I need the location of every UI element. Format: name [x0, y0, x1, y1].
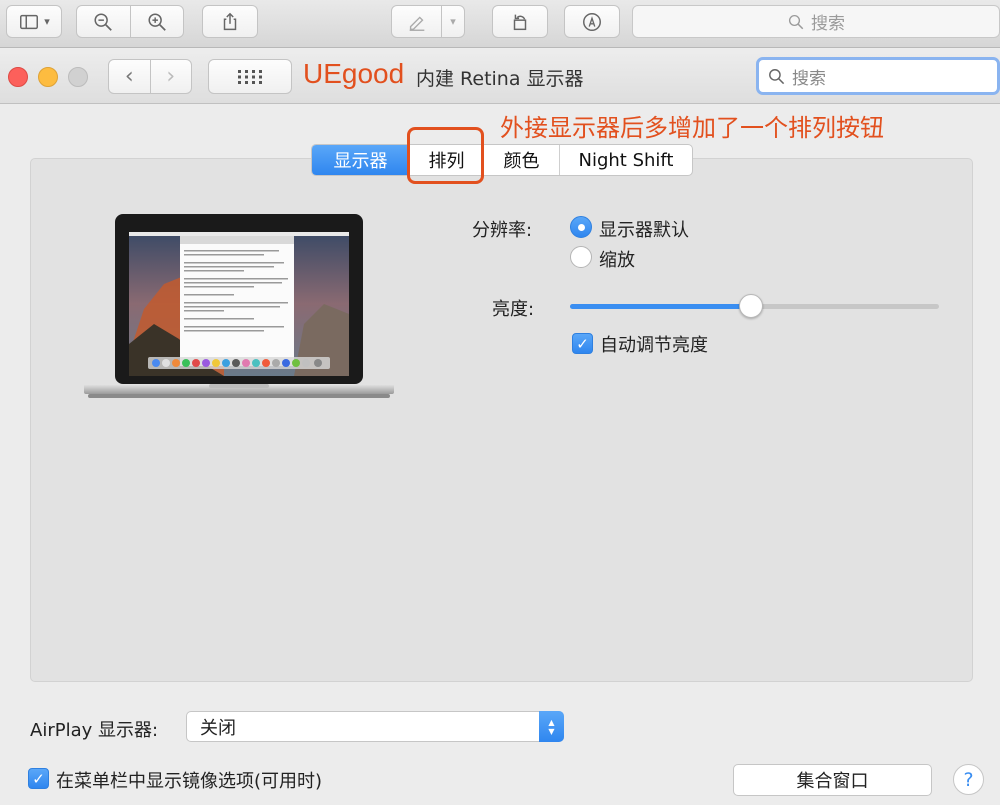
zoom-window-button[interactable] — [68, 67, 88, 87]
arrangement-tab-highlight — [407, 127, 484, 184]
tab-night-shift[interactable]: Night Shift — [559, 145, 692, 175]
share-icon — [223, 12, 237, 30]
macbook-image — [84, 214, 394, 398]
search-icon — [788, 14, 804, 29]
chevron-right-icon: › — [166, 64, 176, 89]
sidebar-icon — [20, 14, 39, 29]
resolution-label: 分辨率: — [472, 220, 533, 241]
search-icon — [769, 68, 785, 84]
mirror-option-label[interactable]: 在菜单栏中显示镜像选项(可用时) — [56, 767, 322, 793]
segmented-tabs: 显示器 排列 颜色 Night Shift — [311, 144, 693, 176]
mirror-option-checkbox[interactable]: ✓ — [28, 768, 49, 789]
show-all-button[interactable] — [208, 59, 292, 94]
checkmark-icon: ✓ — [32, 769, 45, 788]
resolution-scaled-label[interactable]: 缩放 — [599, 246, 635, 272]
zoom-out-icon — [94, 12, 113, 31]
chevron-down-icon: ▾ — [450, 15, 456, 28]
search-placeholder: 搜索 — [792, 68, 826, 89]
resolution-scaled-radio[interactable] — [570, 246, 592, 268]
brightness-label: 亮度: — [492, 299, 535, 320]
zoom-in-icon — [148, 12, 166, 31]
airplay-label: AirPlay 显示器: — [30, 720, 159, 741]
window-title: 内建 Retina 显示器 — [416, 68, 584, 90]
markup-button[interactable]: ▾ — [391, 5, 465, 38]
resolution-default-radio[interactable] — [570, 216, 592, 238]
markup-circle-icon — [583, 12, 601, 31]
back-forward-buttons: ‹ › — [108, 59, 192, 94]
grid-icon — [238, 69, 262, 84]
annotate-button[interactable] — [564, 5, 620, 38]
chevron-down-icon: ▾ — [44, 15, 50, 28]
checkmark-icon: ✓ — [576, 334, 589, 353]
brand-watermark: UEgood — [303, 58, 405, 89]
annotation-text: 外接显示器后多增加了一个排列按钮 — [500, 114, 884, 142]
tab-color[interactable]: 颜色 — [483, 145, 559, 175]
auto-brightness-label[interactable]: 自动调节亮度 — [600, 331, 708, 357]
airplay-select-value: 关闭 — [200, 717, 236, 739]
minimize-window-button[interactable] — [38, 67, 58, 87]
sidebar-toggle-button[interactable]: ▾ — [6, 5, 62, 38]
rotate-icon — [513, 14, 527, 30]
share-button[interactable] — [202, 5, 258, 38]
rotate-button[interactable] — [492, 5, 548, 38]
close-window-button[interactable] — [8, 67, 28, 87]
zoom-buttons — [76, 5, 184, 38]
forward-button[interactable]: › — [149, 60, 192, 93]
resolution-default-label[interactable]: 显示器默认 — [599, 216, 689, 242]
airplay-select[interactable]: 关闭 ▲ ▼ — [186, 711, 564, 742]
zoom-in-button[interactable] — [131, 11, 184, 33]
auto-brightness-checkbox[interactable]: ✓ — [572, 333, 593, 354]
tab-display[interactable]: 显示器 — [312, 145, 409, 175]
pen-icon — [409, 15, 424, 31]
select-arrows-icon: ▲ ▼ — [539, 711, 564, 742]
preferences-search-field[interactable]: 搜索 — [756, 57, 1000, 95]
zoom-out-button[interactable] — [77, 11, 130, 33]
chevron-left-icon: ‹ — [124, 64, 134, 89]
back-button[interactable]: ‹ — [109, 60, 150, 93]
preview-search-field[interactable]: 搜索 — [632, 5, 1000, 38]
brightness-slider-fill — [570, 304, 751, 309]
gather-windows-button[interactable]: 集合窗口 — [733, 764, 932, 796]
brightness-slider[interactable] — [570, 294, 939, 318]
help-button[interactable]: ? — [953, 764, 984, 795]
brightness-slider-thumb[interactable] — [739, 294, 763, 318]
search-placeholder: 搜索 — [811, 14, 845, 34]
preview-toolbar: ▾ ▾ 搜索 — [0, 0, 1000, 48]
